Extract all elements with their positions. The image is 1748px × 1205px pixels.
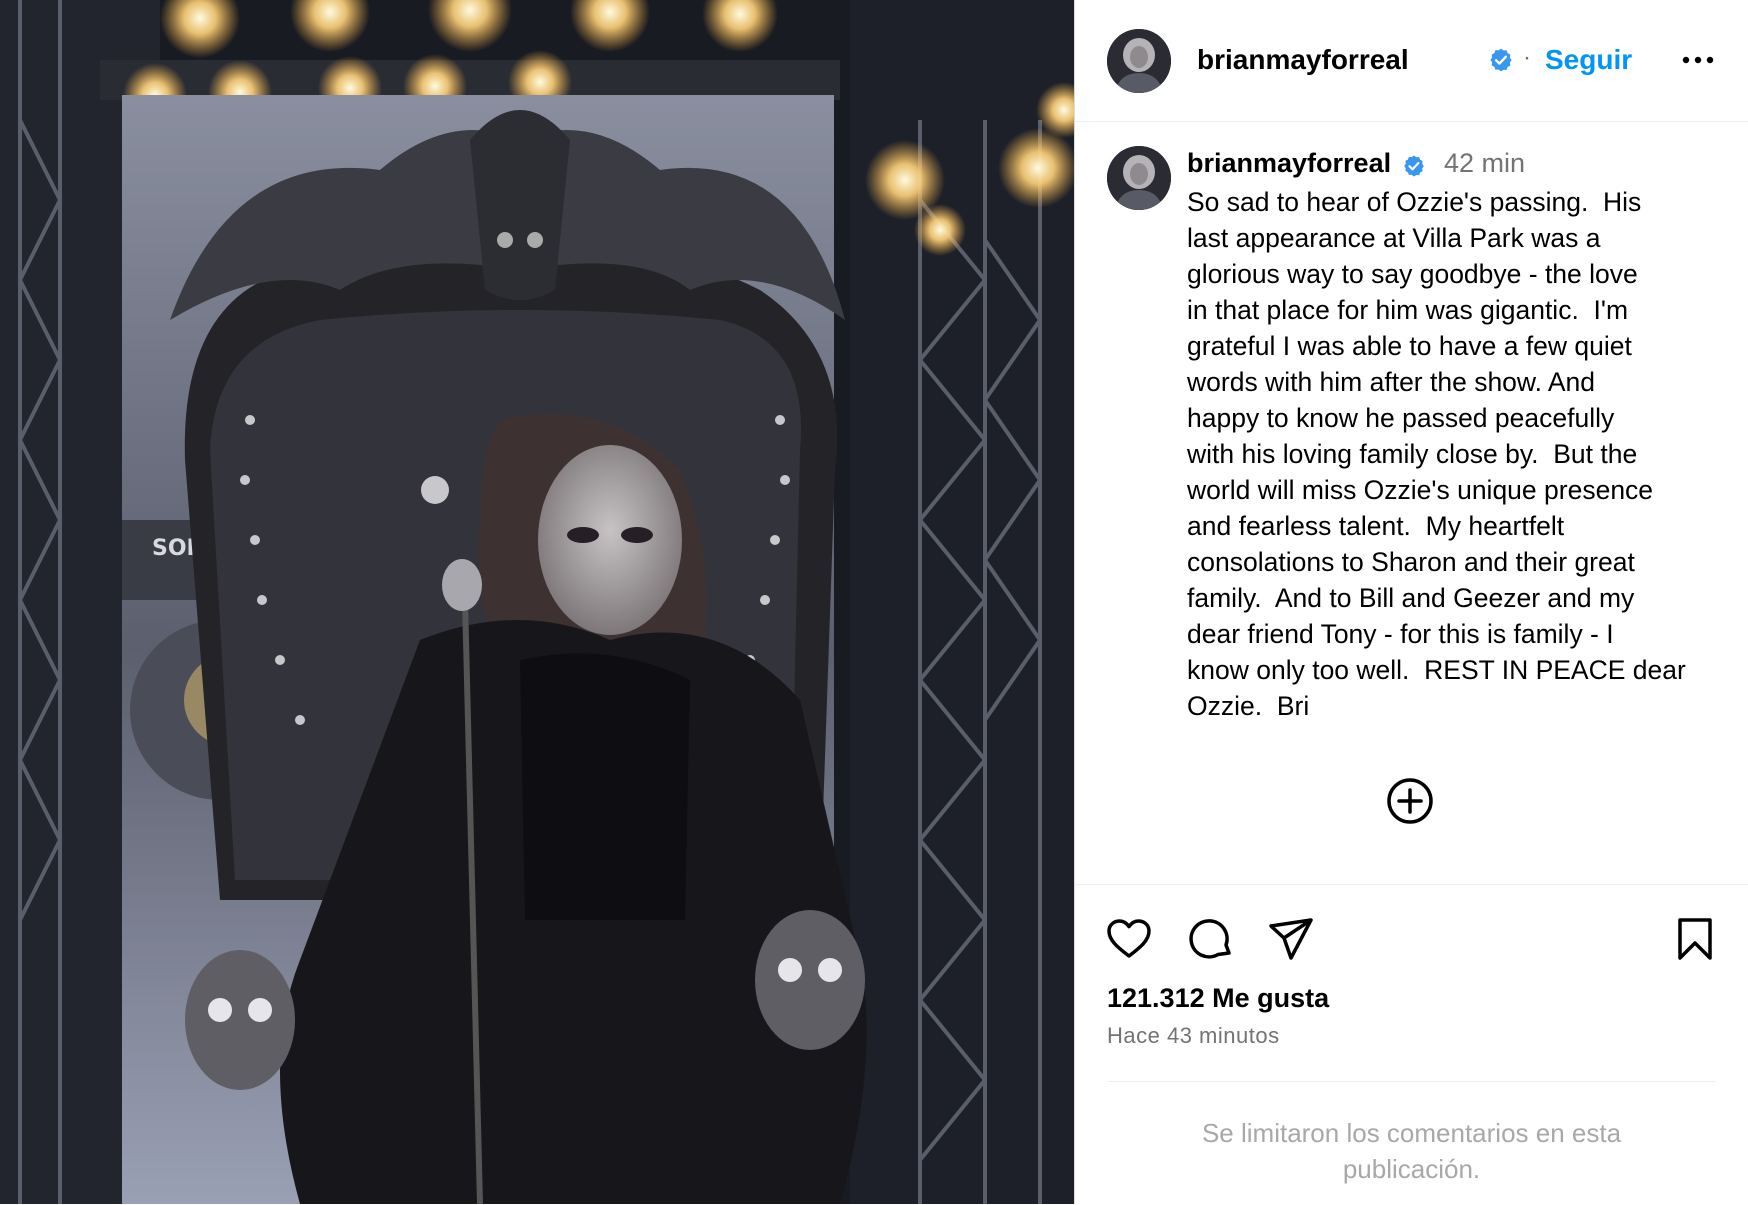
post-time-ago[interactable]: Hace 43 minutos (1107, 1023, 1280, 1049)
header-separator: · (1523, 44, 1531, 71)
post-header: brianmayforreal · Seguir (1075, 0, 1748, 122)
divider (1107, 1081, 1716, 1082)
post-side-panel: brianmayforreal · Seguir brianmayforreal… (1074, 0, 1748, 1204)
verified-badge-icon (1490, 48, 1512, 72)
caption-timestamp[interactable]: 42 min (1444, 148, 1525, 178)
concert-photo-illustration: SONOR (0, 0, 1074, 1204)
likes-count[interactable]: 121.312 Me gusta (1107, 983, 1329, 1014)
author-username[interactable]: brianmayforreal (1197, 44, 1409, 76)
heart-icon[interactable] (1105, 915, 1153, 963)
verified-badge-icon (1403, 155, 1424, 177)
caption-username[interactable]: brianmayforreal (1187, 148, 1391, 178)
avatar-image (1107, 146, 1171, 210)
post-actions: 121.312 Me gusta Hace 43 minutos Se limi… (1075, 884, 1748, 1205)
post-photo[interactable]: SONOR (0, 0, 1074, 1204)
author-avatar[interactable] (1107, 29, 1171, 93)
follow-button[interactable]: Seguir (1545, 44, 1632, 76)
comments-limited-notice: Se limitaron los comentarios en esta pub… (1201, 1118, 1622, 1184)
avatar-image (1107, 29, 1171, 93)
caption-text: So sad to hear of Ozzie's passing. His l… (1187, 187, 1686, 721)
share-icon[interactable] (1267, 915, 1315, 963)
comment-icon[interactable] (1187, 915, 1235, 963)
plus-circle-icon[interactable] (1385, 776, 1435, 826)
caption-header: brianmayforreal 42 min (1187, 148, 1525, 179)
instagram-post: SONOR (0, 0, 1748, 1204)
bookmark-icon[interactable] (1671, 915, 1719, 963)
caption-section: brianmayforreal 42 min So sad to hear of… (1075, 122, 1748, 884)
more-options-icon[interactable] (1678, 40, 1718, 80)
caption-author-avatar[interactable] (1107, 146, 1171, 210)
